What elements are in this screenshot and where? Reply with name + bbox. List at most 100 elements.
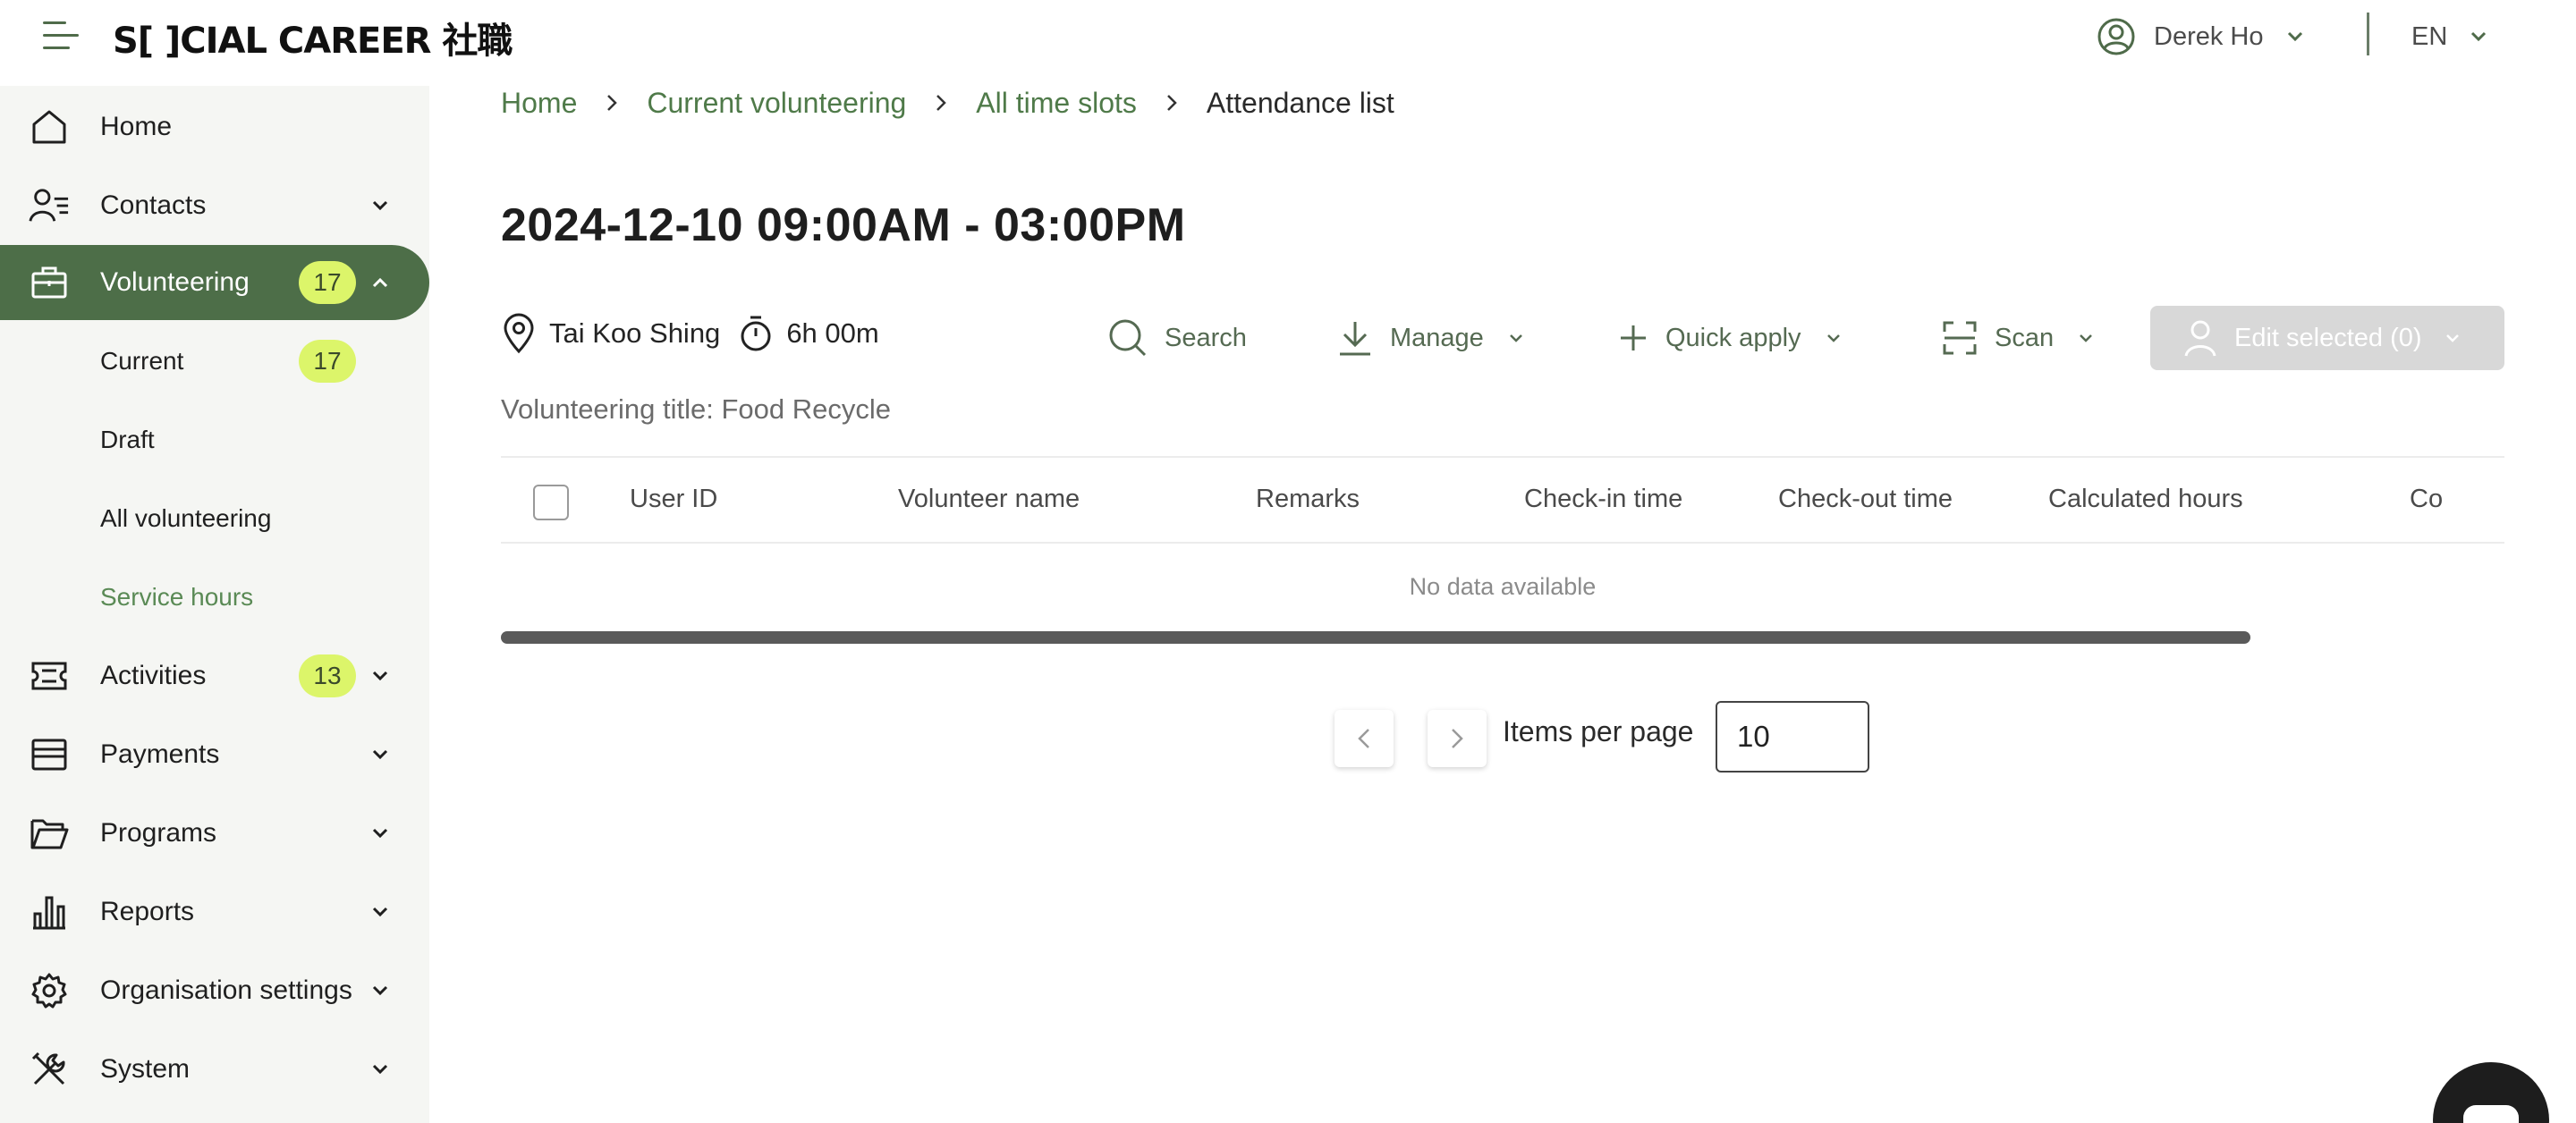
sidebar-item-label: Contacts bbox=[100, 190, 207, 220]
sidebar-item-current[interactable]: Current 17 bbox=[0, 324, 429, 399]
chevron-right-icon bbox=[906, 94, 976, 112]
sidebar-item-service-hours[interactable]: Service hours bbox=[0, 560, 429, 635]
previous-page-button[interactable] bbox=[1335, 710, 1394, 767]
volunteering-title: Volunteering title: Food Recycle bbox=[501, 393, 891, 425]
divider bbox=[2367, 13, 2369, 55]
sidebar-item-organisation-settings[interactable]: Organisation settings bbox=[0, 953, 429, 1028]
chevron-down-icon bbox=[2287, 31, 2302, 42]
chevron-down-icon bbox=[370, 1060, 390, 1079]
breadcrumb-all-time-slots[interactable]: All time slots bbox=[976, 87, 1137, 120]
duration: 6h 00m bbox=[738, 313, 879, 354]
chevron-up-icon bbox=[370, 273, 390, 292]
column-header[interactable]: Remarks bbox=[1256, 485, 1360, 514]
empty-state: No data available bbox=[1409, 572, 1597, 600]
scan-icon bbox=[1943, 321, 1977, 355]
sidebar-item-label: Programs bbox=[100, 818, 217, 848]
top-bar: S[ ]CIAL CAREER 社職 Derek Ho EN bbox=[0, 0, 2576, 79]
sidebar-item-label: Organisation settings bbox=[100, 975, 352, 1005]
chevron-down-icon bbox=[2471, 31, 2487, 42]
user-icon bbox=[2184, 320, 2216, 357]
sidebar-item-home[interactable]: Home bbox=[0, 89, 429, 165]
sidebar-item-all-volunteering[interactable]: All volunteering bbox=[0, 481, 429, 556]
sidebar-item-activities[interactable]: Activities 13 bbox=[0, 638, 429, 713]
slot-meta: Tai Koo Shing 6h 00m bbox=[501, 309, 879, 358]
duration-text: 6h 00m bbox=[786, 317, 879, 349]
search-icon bbox=[1109, 319, 1147, 357]
sidebar-item-reports[interactable]: Reports bbox=[0, 874, 429, 950]
horizontal-scrollbar[interactable] bbox=[501, 631, 2250, 644]
next-page-button[interactable] bbox=[1428, 710, 1487, 767]
ticket-icon bbox=[29, 655, 70, 697]
breadcrumb: Home Current volunteering All time slots… bbox=[501, 80, 1394, 125]
chat-icon bbox=[2463, 1105, 2519, 1123]
user-menu[interactable]: Derek Ho bbox=[2097, 14, 2303, 59]
tools-icon bbox=[29, 1049, 70, 1090]
chevron-down-icon bbox=[370, 196, 390, 215]
app-logo[interactable]: S[ ]CIAL CAREER 社職 bbox=[113, 16, 513, 62]
manage-button[interactable]: Manage bbox=[1336, 309, 1523, 367]
chevron-right-icon bbox=[577, 94, 647, 112]
sidebar-item-draft[interactable]: Draft bbox=[0, 402, 429, 477]
sidebar-item-programs[interactable]: Programs bbox=[0, 796, 429, 871]
menu-icon[interactable] bbox=[43, 21, 79, 52]
user-name: Derek Ho bbox=[2154, 21, 2264, 51]
plus-icon bbox=[1621, 325, 1646, 350]
contacts-icon bbox=[29, 185, 70, 226]
count-badge: 17 bbox=[299, 261, 356, 304]
column-header[interactable]: Check-in time bbox=[1524, 485, 1682, 514]
column-header[interactable]: User ID bbox=[630, 485, 717, 514]
chevron-down-icon bbox=[370, 981, 390, 1001]
sidebar-item-volunteering[interactable]: Volunteering 17 bbox=[0, 245, 429, 320]
chevron-down-icon bbox=[370, 745, 390, 764]
sidebar-item-payments[interactable]: Payments bbox=[0, 717, 429, 792]
sidebar-item-label: Current bbox=[100, 347, 184, 375]
select-all-checkbox[interactable] bbox=[533, 485, 569, 520]
sidebar-item-label: System bbox=[100, 1054, 191, 1084]
scan-button[interactable]: Scan bbox=[1941, 309, 2093, 367]
chevron-down-icon bbox=[370, 823, 390, 843]
attendance-table: User ID Volunteer name Remarks Check-in … bbox=[501, 456, 2504, 629]
count-badge: 13 bbox=[299, 654, 356, 697]
breadcrumb-current-volunteering[interactable]: Current volunteering bbox=[647, 87, 906, 120]
column-header[interactable]: Calculated hours bbox=[2048, 485, 2243, 514]
sidebar-item-label: Payments bbox=[100, 739, 220, 769]
download-icon bbox=[1340, 322, 1370, 356]
home-icon bbox=[29, 106, 70, 148]
language-code: EN bbox=[2411, 21, 2448, 51]
table-header: User ID Volunteer name Remarks Check-in … bbox=[501, 456, 2504, 544]
items-per-page-input[interactable] bbox=[1716, 701, 1869, 773]
timer-icon bbox=[741, 316, 771, 351]
chevron-down-icon bbox=[1826, 334, 1840, 342]
edit-selected-button[interactable]: Edit selected (0) bbox=[2150, 306, 2504, 370]
chevron-down-icon bbox=[1509, 334, 1522, 342]
bar-chart-icon bbox=[29, 891, 70, 933]
gear-icon bbox=[29, 970, 70, 1011]
breadcrumb-attendance-list: Attendance list bbox=[1206, 86, 1394, 119]
column-header[interactable]: Volunteer name bbox=[898, 485, 1080, 514]
items-per-page-label: Items per page bbox=[1503, 715, 1694, 747]
user-circle-icon bbox=[2097, 18, 2135, 55]
search-button[interactable]: Search bbox=[1107, 309, 1247, 367]
chevron-down-icon bbox=[370, 902, 390, 922]
chat-button[interactable] bbox=[2433, 1062, 2549, 1123]
chevron-down-icon bbox=[2445, 334, 2459, 342]
sidebar-item-label: Home bbox=[100, 112, 173, 141]
column-header[interactable]: Co bbox=[2410, 485, 2443, 514]
count-badge: 17 bbox=[299, 340, 356, 383]
quick-apply-button[interactable]: Quick apply bbox=[1617, 309, 1841, 367]
chevron-right-icon bbox=[1137, 94, 1207, 112]
location: Tai Koo Shing bbox=[501, 313, 720, 354]
card-icon bbox=[29, 734, 70, 775]
column-header[interactable]: Check-out time bbox=[1778, 485, 1953, 514]
page-title: 2024-12-10 09:00AM - 03:00PM bbox=[501, 199, 1186, 251]
sidebar-item-contacts[interactable]: Contacts bbox=[0, 168, 429, 243]
sidebar-item-system[interactable]: System bbox=[0, 1032, 429, 1107]
chevron-right-icon bbox=[1452, 729, 1463, 748]
breadcrumb-home[interactable]: Home bbox=[501, 87, 577, 120]
sidebar-item-label: Reports bbox=[100, 897, 195, 926]
chevron-left-icon bbox=[1358, 729, 1369, 748]
sidebar-item-label: Service hours bbox=[100, 583, 254, 611]
chevron-down-icon bbox=[370, 666, 390, 686]
sidebar-item-label: All volunteering bbox=[100, 504, 272, 532]
language-selector[interactable]: EN bbox=[2411, 14, 2487, 59]
